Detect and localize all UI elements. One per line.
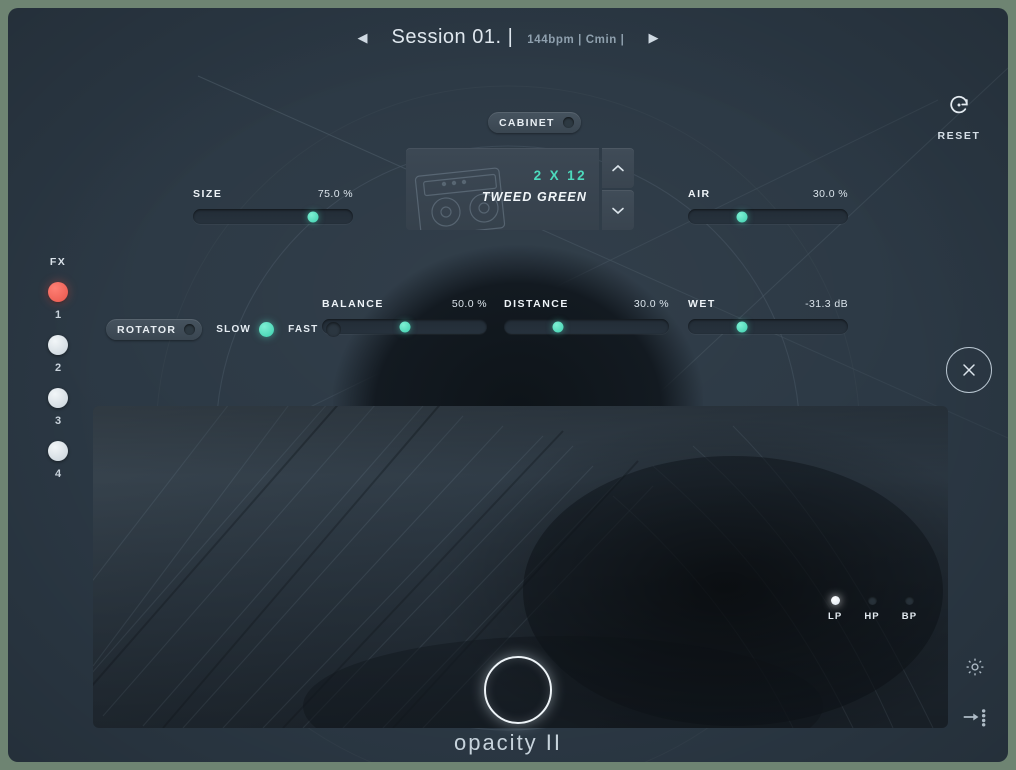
close-button[interactable] bbox=[946, 347, 992, 393]
settings-button[interactable] bbox=[964, 656, 986, 683]
fx-slot-3-number: 3 bbox=[54, 415, 62, 427]
chevron-up-icon bbox=[612, 164, 624, 171]
slider-size-value: 75.0 % bbox=[317, 188, 353, 200]
slider-air-track[interactable] bbox=[688, 209, 848, 224]
rotator-speed-slow[interactable]: SLOW bbox=[216, 322, 275, 337]
fx-slot-3-indicator bbox=[48, 388, 68, 408]
fx-slot-4-number: 4 bbox=[54, 468, 62, 480]
chevron-down-icon bbox=[612, 207, 624, 214]
cabinet-stepper bbox=[602, 148, 634, 230]
slider-air-value: 30.0 % bbox=[812, 188, 848, 200]
filter-type-hp[interactable]: HP bbox=[864, 596, 879, 622]
rotator-slow-label: SLOW bbox=[216, 324, 252, 335]
slider-wet-main: WET -31.3 dB bbox=[688, 298, 848, 334]
fx-slot-rail: FX 1 2 3 4 bbox=[36, 256, 80, 480]
filter-type-lp[interactable]: LP bbox=[828, 596, 842, 622]
routing-button[interactable] bbox=[962, 706, 988, 733]
session-title: Session 01. | bbox=[391, 25, 514, 48]
cabinet-prev-button[interactable] bbox=[602, 148, 634, 188]
cabinet-selector-knob-icon[interactable] bbox=[562, 117, 574, 128]
cabinet-display[interactable]: 2 X 12 TWEED GREEN bbox=[406, 148, 599, 230]
fx-slot-4[interactable]: 4 bbox=[36, 441, 80, 480]
fx-slot-3[interactable]: 3 bbox=[36, 388, 80, 427]
prev-session-button[interactable]: ◀ bbox=[348, 25, 378, 50]
filter-type-bp-label: BP bbox=[901, 611, 918, 622]
fx-slot-2-indicator bbox=[48, 335, 68, 355]
fx-rail-title: FX bbox=[49, 256, 67, 268]
logo-ring-icon bbox=[484, 656, 552, 724]
fx-slot-1[interactable]: 1 bbox=[36, 282, 80, 321]
filter-type-lp-label: LP bbox=[828, 611, 843, 622]
slider-wet-main-thumb[interactable] bbox=[736, 321, 748, 332]
slider-wet-main-value: -31.3 dB bbox=[805, 298, 848, 310]
fx-slot-1-number: 1 bbox=[54, 309, 62, 321]
slider-balance: BALANCE 50.0 % bbox=[322, 298, 487, 334]
cabinet-selector[interactable]: CABINET bbox=[488, 112, 581, 133]
rotator-knob-icon[interactable] bbox=[184, 324, 196, 335]
rotator-fast-label: FAST bbox=[288, 324, 319, 335]
cabinet-selector-pill[interactable]: CABINET bbox=[488, 112, 581, 133]
slider-distance-track[interactable] bbox=[504, 319, 669, 334]
rotator-speed-fast[interactable]: FAST bbox=[288, 322, 342, 337]
fx-slot-2[interactable]: 2 bbox=[36, 335, 80, 374]
plugin-window: ◀ Session 01. | 144bpm | Cmin | ▶ RESET bbox=[8, 8, 1008, 762]
slider-air: AIR 30.0 % bbox=[688, 188, 848, 224]
slider-air-thumb[interactable] bbox=[736, 211, 748, 222]
slider-balance-label: BALANCE bbox=[322, 298, 384, 310]
slider-size-thumb[interactable] bbox=[307, 211, 319, 222]
cabinet-browser: 2 X 12 TWEED GREEN bbox=[406, 148, 634, 230]
arrow-to-dots-routing-icon bbox=[963, 709, 986, 727]
cabinet-name: TWEED GREEN bbox=[481, 190, 587, 204]
session-bar: ◀ Session 01. | 144bpm | Cmin | ▶ bbox=[8, 8, 1008, 66]
filter-type-hp-label: HP bbox=[864, 611, 880, 622]
next-session-button[interactable]: ▶ bbox=[639, 25, 669, 50]
session-meta: 144bpm | Cmin | bbox=[527, 34, 625, 46]
slider-air-label: AIR bbox=[688, 188, 711, 200]
rotator-fast-dot[interactable] bbox=[326, 322, 342, 337]
filter-type-selector: LP HP BP bbox=[828, 596, 917, 622]
fx-slot-1-indicator bbox=[48, 282, 68, 302]
slider-balance-track[interactable] bbox=[322, 319, 487, 334]
rotator-label: ROTATOR bbox=[117, 323, 177, 336]
filter-type-hp-dot bbox=[867, 596, 877, 605]
cabinet-info: 2 X 12 TWEED GREEN bbox=[482, 168, 587, 204]
rotator-selector[interactable]: ROTATOR bbox=[106, 319, 203, 340]
slider-distance-value: 30.0 % bbox=[633, 298, 669, 310]
slider-distance-thumb[interactable] bbox=[552, 321, 564, 332]
refresh-circular-arrow-icon bbox=[950, 95, 968, 114]
rotator-controls: ROTATOR SLOW FAST bbox=[106, 319, 342, 340]
filter-type-bp-dot bbox=[904, 596, 914, 605]
slider-wet-main-label: WET bbox=[688, 298, 716, 310]
reset-label: RESET bbox=[937, 130, 981, 142]
slider-size-label: SIZE bbox=[193, 188, 223, 200]
slider-balance-value: 50.0 % bbox=[451, 298, 487, 310]
slider-size: SIZE 75.0 % bbox=[193, 188, 353, 224]
cabinet-size: 2 X 12 bbox=[533, 168, 587, 183]
cabinet-selector-label: CABINET bbox=[499, 116, 555, 129]
rotator-slow-dot[interactable] bbox=[259, 322, 275, 337]
slider-distance-label: DISTANCE bbox=[504, 298, 569, 310]
slider-wet-main-track[interactable] bbox=[688, 319, 848, 334]
fx-slot-4-indicator bbox=[48, 441, 68, 461]
gear-icon bbox=[966, 658, 984, 676]
brand-name: opacity II bbox=[453, 730, 563, 755]
filter-type-bp[interactable]: BP bbox=[902, 596, 917, 622]
filter-type-lp-dot bbox=[830, 596, 840, 605]
slider-distance: DISTANCE 30.0 % bbox=[504, 298, 669, 334]
reset-button[interactable]: RESET bbox=[930, 94, 988, 142]
cabinet-next-button[interactable] bbox=[602, 190, 634, 230]
close-x-icon bbox=[963, 364, 975, 376]
slider-balance-thumb[interactable] bbox=[399, 321, 410, 332]
fx-slot-2-number: 2 bbox=[54, 362, 62, 374]
slider-size-track[interactable] bbox=[193, 209, 353, 224]
